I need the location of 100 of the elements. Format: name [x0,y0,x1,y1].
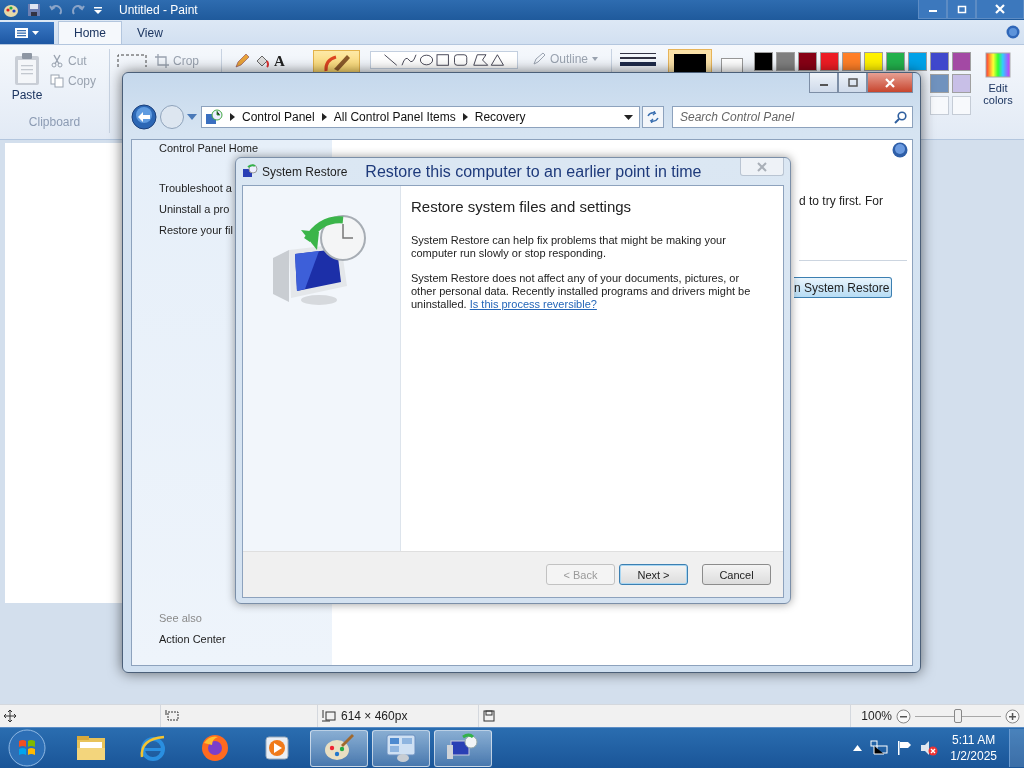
back-button[interactable] [131,104,157,130]
dialog-button[interactable]: Cancel [702,564,771,585]
palette-swatch[interactable] [776,52,795,71]
dialog-title: System Restore [262,164,348,179]
ribbon-tab[interactable]: View [122,22,178,44]
close-icon [756,161,768,172]
section-title: Restore system files and settings [411,198,633,215]
start-button[interactable] [8,729,46,767]
palette-swatch[interactable] [952,74,971,93]
zoom-in-button[interactable] [1005,708,1020,724]
zoom-out-button[interactable] [896,708,911,724]
line-size-icon[interactable] [620,52,656,68]
group-label: Clipboard [27,115,82,131]
address-bar[interactable]: Control Panel All Control Panel Items Recovery [201,106,640,128]
palette-swatch[interactable] [930,52,949,71]
color-1-button[interactable] [668,49,712,72]
canvas-size: 614 × 460px [341,709,408,723]
search-field[interactable]: Search Control Panel [672,106,913,128]
redo-icon[interactable] [71,3,85,17]
scissors-icon [50,54,64,68]
breadcrumb-item[interactable]: All Control Panel Items [333,110,456,124]
save-icon[interactable] [27,3,41,17]
undo-icon[interactable] [49,3,63,17]
breadcrumb-item[interactable]: Recovery [474,110,526,124]
media-player-icon [263,734,291,762]
ribbon-tab[interactable]: Home [58,21,122,44]
dropdown-icon[interactable] [624,114,633,120]
nav-link[interactable]: Restore your fil [159,224,233,236]
description-text: System Restore can help fix problems that might be making your computer run slowly or stop responding. [411,234,727,260]
window-title: Untitled - Paint [119,3,198,17]
customize-icon[interactable] [93,5,103,15]
restore-icon[interactable] [956,4,967,14]
help-icon[interactable] [1006,25,1020,39]
zoom-slider[interactable] [915,709,1001,723]
fox-globe-icon [200,733,230,763]
nav-link[interactable]: Action Center [159,633,332,645]
system-restore-icon [242,163,258,180]
pencil-icon[interactable] [234,53,250,69]
empty-swatch[interactable] [952,96,971,115]
maximize-icon[interactable] [847,78,858,87]
nav-link[interactable]: Troubleshoot a [159,182,232,194]
fill-icon[interactable] [254,53,270,69]
refresh-icon [646,111,660,123]
palette-swatch[interactable] [930,74,949,93]
palette-swatch[interactable] [886,52,905,71]
browser-e-icon [138,733,168,763]
description-text: d to try first. For [799,194,883,208]
refresh-button[interactable] [642,106,664,128]
close-icon[interactable] [884,77,896,88]
app-menu-button[interactable] [0,22,54,44]
search-icon [894,111,907,124]
volume-muted-icon[interactable] [920,740,939,756]
zoom-level: 100% [861,709,892,723]
show-hidden-icons-icon[interactable] [853,745,863,751]
palette-swatch[interactable] [864,52,883,71]
clock-date: 1/2/2025 [950,748,997,764]
dialog-button[interactable]: Next > [619,564,688,585]
palette-swatch[interactable] [952,52,971,71]
palette-swatch[interactable] [842,52,861,71]
paste-button[interactable]: Paste [10,52,44,115]
help-icon[interactable] [892,142,908,158]
canvas-size-icon [322,710,336,722]
clipboard-icon [13,52,41,86]
caret-icon [592,57,599,61]
paint-app-icon[interactable] [3,2,19,18]
palette-swatch[interactable] [820,52,839,71]
palette-swatch[interactable] [798,52,817,71]
taskbar-app-button[interactable] [310,729,368,767]
clock-time: 5:11 AM [952,732,996,748]
see-also-heading: See also [159,612,203,624]
network-icon[interactable] [870,740,889,756]
selection-size-icon [165,710,179,722]
help-link[interactable]: Is this process reversible? [469,298,597,310]
taskbar-app-button[interactable] [372,729,430,767]
taskbar-app-button[interactable] [434,729,492,767]
breadcrumb-arrow-icon [321,113,327,121]
palette-swatch[interactable] [908,52,927,71]
folder-icon [75,734,107,762]
breadcrumb-item[interactable]: Control Panel [242,110,315,124]
breadcrumb-arrow-icon [230,113,235,121]
nav-link[interactable]: Control Panel Home [159,142,259,154]
edit-colors-button[interactable]: Edit colors [976,52,1020,107]
cursor-position-icon [4,710,16,722]
recent-pages-icon[interactable] [187,113,197,121]
control-panel-icon [205,109,223,125]
open-system-restore-button[interactable]: n System Restore [794,277,892,298]
dialog-heading: Restore this computer to an earlier point in time [365,162,702,181]
flag-icon[interactable] [896,740,913,756]
palette-swatch[interactable] [754,52,773,71]
empty-swatch[interactable] [930,96,949,115]
text-tool[interactable]: A [274,53,285,69]
select-icon[interactable] [117,54,147,67]
clock[interactable]: 5:11 AM 1/2/2025 [946,732,1001,764]
close-icon[interactable] [994,4,1006,14]
shapes-gallery[interactable] [370,51,518,69]
copy-icon [50,74,64,88]
menu-icon [12,27,42,39]
brushes-button[interactable] [313,50,360,72]
description-text: System Restore does not affect any of your documents, pictures, or other personal data. Recently installed programs and drivers might be uninstalled. Is this process reversible? [411,272,752,311]
nav-link[interactable]: Uninstall a pro [159,203,230,215]
